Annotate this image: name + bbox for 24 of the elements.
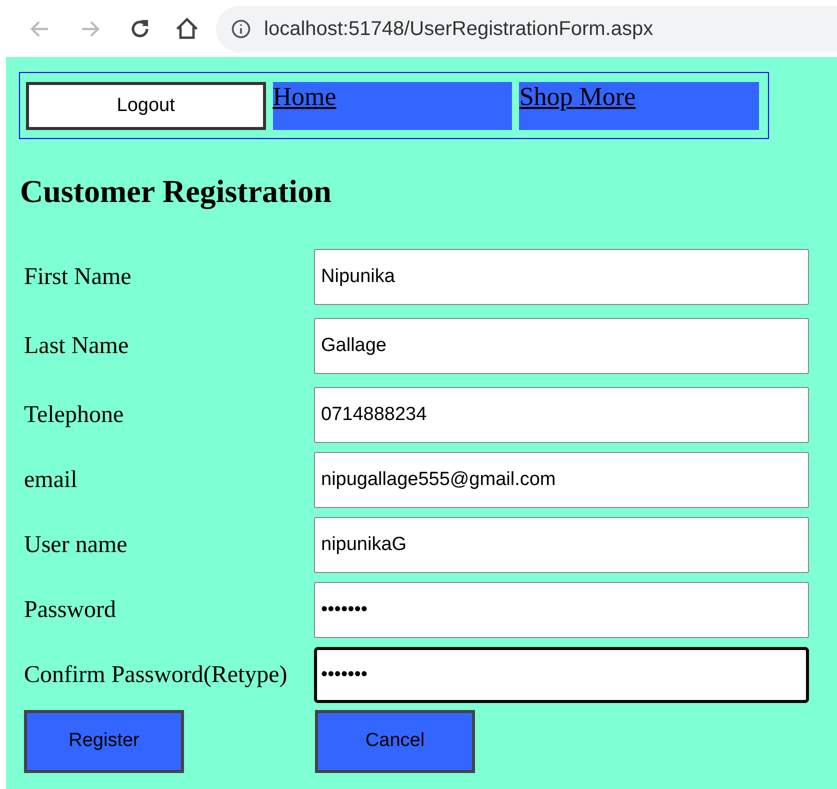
- field-label: Confirm Password(Retype): [23, 661, 288, 690]
- home-icon[interactable]: [174, 16, 200, 42]
- form-button[interactable]: Register: [24, 710, 184, 773]
- field-label: email: [23, 466, 78, 495]
- input-field[interactable]: •••••••: [314, 582, 809, 638]
- field-label: Password: [23, 596, 118, 625]
- url-text: localhost:51748/UserRegistrationForm.aspx: [264, 16, 654, 42]
- field-label: User name: [23, 531, 128, 560]
- nav-link[interactable]: Home: [272, 82, 512, 130]
- input-field[interactable]: 0714888234: [314, 387, 809, 443]
- nav-link[interactable]: Shop More: [519, 82, 759, 130]
- field-label: Telephone: [23, 401, 125, 430]
- address-bar[interactable]: localhost:51748/UserRegistrationForm.aspx: [216, 6, 837, 52]
- input-field[interactable]: Gallage: [314, 318, 809, 374]
- page-heading: Customer Registration: [20, 175, 332, 207]
- form-button[interactable]: Cancel: [315, 710, 475, 773]
- input-field[interactable]: nipugallage555@gmail.com: [314, 452, 809, 508]
- input-field[interactable]: nipunikaG: [314, 517, 809, 573]
- info-icon[interactable]: [230, 18, 252, 40]
- field-label: Last Name: [23, 332, 130, 361]
- logout-button[interactable]: Logout: [26, 82, 266, 130]
- input-field[interactable]: Nipunika: [314, 249, 809, 305]
- field-label: First Name: [23, 263, 132, 292]
- input-field[interactable]: •••••••: [314, 647, 809, 703]
